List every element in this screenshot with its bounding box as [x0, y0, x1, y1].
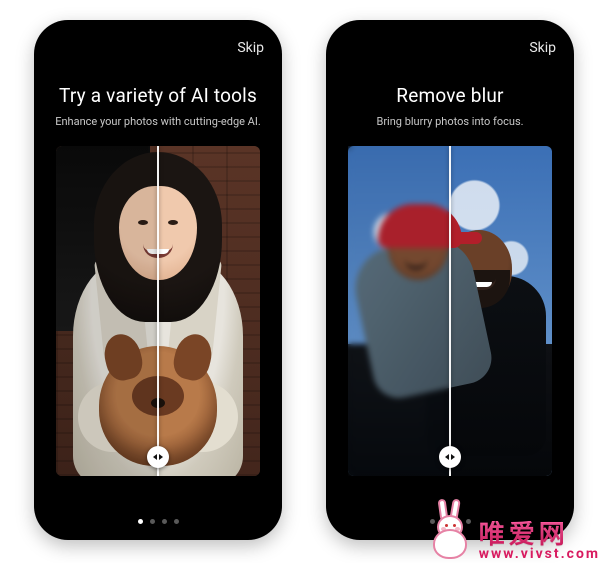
app-store-screenshots: Skip Try a variety of AI tools Enhance y…: [0, 0, 608, 563]
chevron-left-icon: [445, 454, 449, 460]
page-dot[interactable]: [174, 519, 179, 524]
page-dot[interactable]: [162, 519, 167, 524]
comparison-slider-handle[interactable]: [147, 446, 169, 468]
onboarding-subtitle: Enhance your photos with cutting-edge AI…: [52, 115, 264, 128]
onboarding-screen-2: Skip Remove blur Bring blurry photos int…: [326, 20, 574, 540]
comparison-divider: [449, 146, 451, 476]
comparison-slider-handle[interactable]: [439, 446, 461, 468]
page-indicator: [326, 505, 574, 540]
skip-button[interactable]: Skip: [237, 40, 264, 56]
page-dot[interactable]: [138, 519, 143, 524]
skip-button[interactable]: Skip: [529, 40, 556, 56]
onboarding-title: Try a variety of AI tools: [52, 84, 264, 107]
onboarding-subtitle: Bring blurry photos into focus.: [344, 115, 556, 128]
chevron-right-icon: [159, 454, 163, 460]
before-overlay: [56, 146, 158, 476]
photo-subject: [168, 220, 178, 225]
page-dot[interactable]: [430, 519, 435, 524]
onboarding-title: Remove blur: [344, 84, 556, 107]
before-after-preview[interactable]: [56, 146, 260, 476]
watermark-site-url: www.vivst.com: [479, 547, 600, 561]
page-dot[interactable]: [442, 519, 447, 524]
top-bar: Skip: [34, 20, 282, 66]
chevron-left-icon: [153, 454, 157, 460]
comparison-divider: [157, 146, 159, 476]
page-dot[interactable]: [150, 519, 155, 524]
top-bar: Skip: [326, 20, 574, 66]
page-dot[interactable]: [466, 519, 471, 524]
before-after-preview[interactable]: [348, 146, 552, 476]
page-indicator: [34, 505, 282, 540]
page-dot[interactable]: [454, 519, 459, 524]
before-overlay: [348, 146, 450, 476]
onboarding-screen-1: Skip Try a variety of AI tools Enhance y…: [34, 20, 282, 540]
chevron-right-icon: [451, 454, 455, 460]
